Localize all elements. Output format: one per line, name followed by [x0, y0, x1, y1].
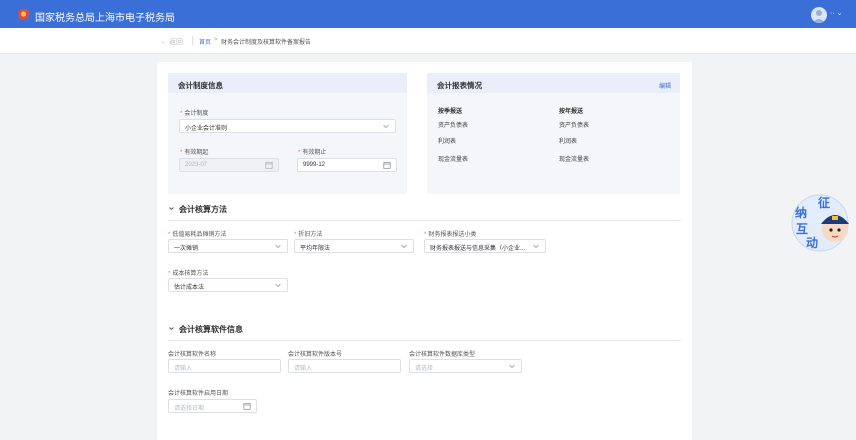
software-version-label: 会计核算软件版本号 [288, 352, 343, 358]
calendar-icon [265, 162, 273, 169]
tax-interaction-mascot[interactable]: 征 纳 互 动 [790, 192, 854, 254]
edit-reports-link[interactable]: 编辑 [659, 81, 671, 90]
method-section-title: 会计核算方法 [179, 205, 227, 214]
required-mark: * [180, 150, 183, 156]
report-type-select[interactable]: 财务报表报送与信息采集（小企业... [424, 239, 546, 253]
depreciation-value: 平均年限法 [300, 246, 331, 252]
breadcrumb-current: 财务会计制度及核算软件备案报告 [221, 40, 312, 46]
section-divider [168, 220, 681, 221]
software-name-placeholder: 请输入 [174, 366, 193, 372]
enable-date-placeholder: 请选择日期 [174, 406, 205, 412]
quarterly-item: 现金流量表 [438, 157, 469, 163]
software-version-placeholder: 请输入 [294, 366, 313, 372]
collapse-chevron-icon[interactable] [168, 205, 175, 212]
cost-method-select[interactable]: 估计成本法 [168, 278, 288, 292]
database-type-placeholder: 请选择 [415, 366, 434, 372]
valid-from-field: 2023-07 [179, 158, 279, 172]
cost-method-label-text: 成本核算方法 [172, 271, 209, 277]
main-panel: 会计制度信息 * 会计制度 小企业会计准则 * 有效期起 2023-07 * 有效期止… [157, 62, 692, 440]
report-type-label: * 财务报表报送小类 [424, 229, 476, 238]
app-title: 国家税务总局上海市电子税务局 [35, 13, 175, 24]
low-value-select[interactable]: 一次摊销 [168, 239, 288, 253]
chevron-down-icon [275, 244, 281, 249]
depreciation-select[interactable]: 平均年限法 [294, 239, 414, 253]
quarterly-item: 资产负债表 [438, 123, 469, 129]
software-version-input[interactable]: 请输入 [288, 359, 401, 373]
section-divider [168, 340, 681, 341]
valid-to-label: * 有效期止 [298, 147, 326, 156]
tax-emblem-icon [18, 8, 29, 21]
required-mark: * [180, 111, 183, 117]
user-menu-toggle[interactable]: ·· ⌄ [830, 9, 842, 17]
system-label-text: 会计制度 [184, 111, 209, 117]
breadcrumb-home-link[interactable]: 首页 [199, 37, 211, 46]
breadcrumb-separator: > [214, 37, 218, 43]
calendar-icon [243, 403, 251, 410]
quarterly-header: 按季报送 [438, 109, 463, 115]
breadcrumb-divider [192, 36, 193, 45]
depreciation-label-text: 折旧方法 [298, 232, 323, 238]
enable-date-label: 会计核算软件启用日期 [168, 391, 229, 397]
chevron-down-icon [401, 244, 407, 249]
quarterly-item: 利润表 [438, 139, 457, 145]
top-bar: 国家税务总局上海市电子税务局 ·· ⌄ [0, 0, 856, 28]
calendar-icon [383, 162, 391, 169]
required-mark: * [168, 271, 171, 277]
reports-card: 会计报表情况 编辑 按季报送 资产负债表 利润表 现金流量表 按年报送 资产负债… [427, 73, 680, 194]
report-type-label-text: 财务报表报送小类 [428, 232, 477, 238]
valid-to-field[interactable]: 9999-12 [297, 158, 397, 172]
back-button[interactable]: ← 返回 [160, 37, 183, 47]
software-name-label: 会计核算软件名称 [168, 352, 217, 358]
chevron-down-icon [275, 283, 281, 288]
database-type-select[interactable]: 请选择 [409, 359, 522, 373]
low-value-value: 一次摊销 [174, 246, 199, 252]
user-icon [813, 10, 825, 23]
required-mark: * [298, 150, 301, 156]
low-value-label-text: 低值易耗品摊销方法 [172, 232, 227, 238]
accounting-system-value: 小企业会计准则 [185, 126, 228, 132]
valid-to-label-text: 有效期止 [302, 150, 327, 156]
low-value-label: * 低值易耗品摊销方法 [168, 229, 226, 238]
annual-item: 利润表 [559, 139, 578, 145]
cost-method-label: * 成本核算方法 [168, 268, 208, 277]
enable-date-picker[interactable]: 请选择日期 [168, 399, 257, 413]
report-type-value: 财务报表报送与信息采集（小企业... [430, 246, 526, 252]
mascot-char: 征 [818, 196, 831, 210]
valid-from-value: 2023-07 [185, 162, 208, 168]
chevron-down-icon [533, 244, 539, 249]
breadcrumb-bar: ← 返回 首页 > 财务会计制度及核算软件备案报告 [0, 28, 856, 54]
cost-method-value: 估计成本法 [174, 285, 205, 291]
annual-item: 资产负债表 [559, 123, 590, 129]
database-type-label: 会计核算软件数据库类型 [409, 352, 476, 358]
valid-from-label: * 有效期起 [180, 147, 208, 156]
user-avatar[interactable] [811, 7, 827, 23]
required-mark: * [294, 232, 297, 238]
required-mark: * [424, 232, 427, 238]
chevron-down-icon [383, 124, 389, 129]
annual-item: 现金流量表 [559, 157, 590, 163]
chevron-down-icon [509, 364, 515, 369]
card-title: 会计报表情况 [437, 81, 482, 90]
required-mark: * [168, 232, 171, 238]
card-title: 会计制度信息 [178, 81, 223, 90]
card-header: 会计制度信息 [168, 73, 407, 93]
valid-to-value: 9999-12 [303, 162, 326, 168]
software-section-title: 会计核算软件信息 [179, 325, 243, 334]
card-header: 会计报表情况 编辑 [427, 73, 680, 93]
accounting-system-card: 会计制度信息 * 会计制度 小企业会计准则 * 有效期起 2023-07 * 有效期止… [168, 73, 407, 194]
valid-from-label-text: 有效期起 [184, 150, 209, 156]
mascot-char: 动 [806, 236, 819, 250]
collapse-chevron-icon[interactable] [168, 325, 175, 332]
accounting-system-select[interactable]: 小企业会计准则 [179, 119, 396, 133]
system-label: * 会计制度 [180, 108, 208, 117]
software-name-input[interactable]: 请输入 [168, 359, 281, 373]
depreciation-label: * 折旧方法 [294, 229, 322, 238]
mascot-char: 纳 [795, 206, 808, 220]
annual-header: 按年报送 [559, 109, 584, 115]
